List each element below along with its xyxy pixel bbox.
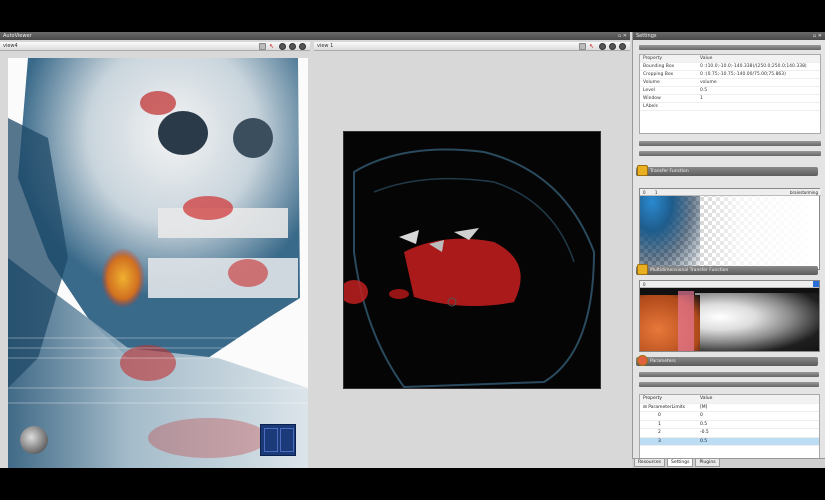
window-controls[interactable]: ▫ ✕	[618, 32, 627, 40]
row-value[interactable]: 0.5	[700, 438, 819, 446]
folder-icon	[637, 165, 648, 176]
histogram-density	[695, 293, 819, 351]
row-value[interactable]: volume	[700, 79, 820, 86]
tf-min-value[interactable]: 0	[643, 190, 646, 195]
viewer-right-title: view 1	[317, 43, 334, 49]
grid-header-value: Value	[700, 56, 713, 61]
row-value[interactable]	[700, 103, 820, 110]
multidim-tf-label: Multidimensional Transfer Function	[650, 268, 729, 273]
tf-widget-pink[interactable]	[678, 291, 694, 351]
row-key: 1	[658, 421, 661, 427]
grid-header-key: Property	[643, 56, 663, 61]
table-row[interactable]: 2 -0.5	[640, 429, 819, 438]
layout-icon[interactable]	[579, 43, 586, 50]
transfer-function-toolbar: 0 1 brainstorming	[640, 189, 821, 196]
close-viewer-icon[interactable]	[619, 43, 626, 50]
row-key: 3	[658, 438, 661, 444]
tab-resources[interactable]: Resources	[634, 459, 665, 467]
row-key: Volume	[643, 80, 660, 85]
orientation-sphere-icon[interactable]	[20, 426, 48, 454]
settings-controls[interactable]: ▫ ✕	[813, 32, 822, 40]
app-window: AutoViewer ▫ ✕ view4 ↖ view 1 ↖ Settings…	[0, 32, 825, 468]
transfer-function-header[interactable]: Transfer Function	[636, 165, 818, 176]
section-divider	[639, 382, 819, 387]
volume-render-image	[8, 58, 308, 468]
parameters-icon	[637, 355, 648, 366]
row-key: Window	[643, 96, 661, 101]
viewer-left-title: view4	[3, 43, 18, 49]
grid-header: Property Value	[640, 55, 820, 63]
row-value[interactable]: 0 :(10.0;-10.0;-140.338)/(250.0;250.0;14…	[700, 63, 820, 70]
tab-settings[interactable]: Settings	[666, 459, 694, 467]
viewer-right-header: view 1 ↖	[314, 42, 630, 51]
tf-max-value[interactable]: 1	[655, 190, 658, 195]
layout-icon[interactable]	[259, 43, 266, 50]
multidim-tf-value[interactable]: 0	[643, 282, 646, 287]
zoom-icon[interactable]	[599, 43, 606, 50]
multidim-tf-toolbar: 0	[640, 281, 819, 288]
parameters-grid[interactable]: Property Value ⊟ ParameterLimits [M] 00 1…	[639, 394, 820, 462]
rotate-icon[interactable]	[289, 43, 296, 50]
multidim-tf-header[interactable]: Multidimensional Transfer Function	[636, 264, 818, 275]
slice-view-viewport[interactable]	[343, 131, 601, 389]
section-divider	[639, 151, 821, 156]
parameters-header[interactable]: Parameters	[636, 355, 818, 366]
section-divider	[639, 45, 821, 50]
tf-preset-label[interactable]: brainstorming	[790, 189, 818, 196]
navigation-cube-icon[interactable]	[260, 424, 296, 456]
row-value[interactable]: 1	[700, 95, 820, 102]
table-row[interactable]: Window 1	[640, 95, 820, 103]
grid-header-key: Property	[643, 396, 663, 401]
close-viewer-icon[interactable]	[299, 43, 306, 50]
section-divider	[639, 141, 821, 146]
settings-title-bar: Settings ▫ ✕	[633, 32, 825, 40]
table-row[interactable]: LAbels	[640, 103, 820, 111]
reset-icon[interactable]: ↖	[269, 43, 276, 50]
transfer-function-label: Transfer Function	[650, 169, 689, 174]
main-title-bar: AutoViewer ▫ ✕	[0, 32, 630, 40]
table-row[interactable]: 1 0.5	[640, 421, 819, 429]
row-key: Cropping Box	[643, 72, 674, 77]
row-key: ⊟ ParameterLimits	[643, 404, 686, 410]
reset-icon[interactable]: ↖	[589, 43, 596, 50]
table-row[interactable]: ⊟ ParameterLimits [M]	[640, 404, 819, 412]
row-key: 2	[658, 430, 661, 435]
row-key: LAbels	[643, 104, 658, 109]
volume-render-viewport[interactable]	[8, 58, 308, 468]
table-row[interactable]: Bounding Box 0 :(10.0;-10.0;-140.338)/(25…	[640, 63, 820, 71]
properties-grid[interactable]: Property Value Bounding Box 0 :(10.0;-10.…	[639, 54, 821, 134]
table-row[interactable]: 00	[640, 412, 819, 421]
row-key: 0	[658, 413, 661, 418]
panel-tabs: Resources Settings Plugins	[632, 458, 825, 468]
zoom-icon[interactable]	[279, 43, 286, 50]
row-value[interactable]: 0.5	[700, 87, 820, 94]
row-value[interactable]: 0.5	[700, 421, 819, 429]
row-value[interactable]: [M]	[700, 404, 819, 412]
row-value[interactable]: -0.5	[700, 429, 819, 437]
multidim-tf-editor[interactable]: 0	[639, 280, 820, 352]
viewer-left-header: view4 ↖	[0, 42, 310, 51]
window-title: AutoViewer	[3, 33, 32, 39]
transfer-function-editor[interactable]: 0 1 brainstorming	[639, 188, 821, 271]
section-divider	[639, 372, 819, 377]
table-row[interactable]: 3 0.5	[640, 437, 819, 446]
folder-icon	[637, 264, 648, 275]
row-key: Bounding Box	[643, 64, 675, 69]
row-key: Level	[643, 88, 655, 93]
rotate-icon[interactable]	[609, 43, 616, 50]
table-row[interactable]: Cropping Box 0 :(0.75;-10.75;-140.00/75.0…	[640, 71, 820, 79]
table-row[interactable]: Volume volume	[640, 79, 820, 87]
grid-header-value: Value	[700, 396, 713, 401]
tab-plugins[interactable]: Plugins	[695, 459, 720, 467]
slice-image	[344, 148, 596, 388]
transfer-function-color-ramp	[640, 189, 700, 271]
settings-title: Settings	[636, 33, 657, 39]
table-row[interactable]: Level 0.5	[640, 87, 820, 95]
color-picker-icon[interactable]	[813, 281, 819, 287]
row-value[interactable]: 0	[700, 412, 819, 420]
parameters-label: Parameters	[650, 359, 676, 364]
row-value[interactable]: 0 :(0.75;-10.75;-140.00/75.00;75.863)	[700, 71, 820, 78]
grid-header: Property Value	[640, 395, 819, 404]
